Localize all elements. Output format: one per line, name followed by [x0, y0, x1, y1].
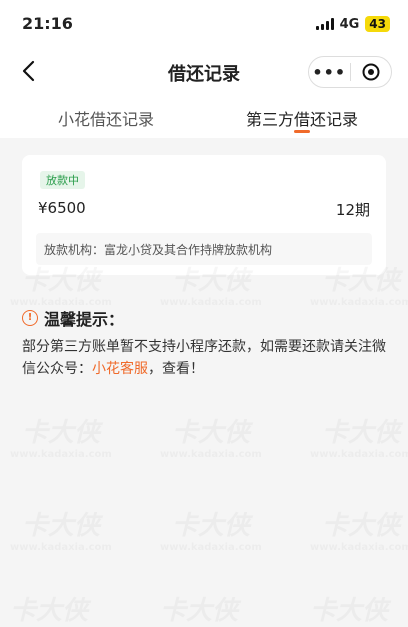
watermark: 卡大侠	[310, 590, 388, 627]
watermark: 卡大侠www.kadaxia.com	[310, 505, 408, 553]
status-time: 21:16	[22, 14, 73, 33]
status-badge: 放款中	[40, 171, 85, 189]
watermark: 卡大侠www.kadaxia.com	[160, 505, 262, 553]
loan-amount: ¥6500	[38, 199, 86, 217]
tab-third-party-records[interactable]: 第三方借还记录	[246, 106, 358, 130]
loan-period: 12期	[335, 201, 370, 219]
more-icon[interactable]: •••	[309, 63, 350, 82]
notice-text-end: ，查看！	[148, 361, 204, 377]
watermark: 卡大侠	[160, 590, 238, 627]
notice-text: 部分第三方账单暂不支持小程序还款，如需要还款请关注微信公众号：	[22, 339, 386, 377]
tab-xiaohua-records[interactable]: 小花借还记录	[58, 106, 154, 130]
watermark: 卡大侠www.kadaxia.com	[160, 412, 262, 460]
mini-program-capsule: •••	[308, 56, 392, 88]
watermark: 卡大侠www.kadaxia.com	[310, 412, 408, 460]
loan-record-card[interactable]: 放款中 ¥6500 12期 放款机构：富龙小贷及其合作持牌放款机构	[22, 155, 386, 275]
customer-service-link[interactable]: 小花客服	[92, 361, 148, 377]
lender-text: 放款机构：富龙小贷及其合作持牌放款机构	[44, 243, 273, 257]
nav-bar: 借还记录 •••	[0, 44, 408, 98]
close-target-icon[interactable]	[351, 63, 392, 81]
status-bar: 21:16 4G 43	[0, 0, 408, 44]
battery-icon: 43	[365, 16, 390, 32]
warning-icon: !	[22, 310, 38, 326]
watermark: 卡大侠www.kadaxia.com	[10, 412, 112, 460]
watermark: 卡大侠www.kadaxia.com	[10, 505, 112, 553]
signal-icon	[315, 18, 334, 30]
notice: ! 温馨提示： 部分第三方账单暂不支持小程序还款，如需要还款请关注微信公众号：小…	[22, 306, 392, 380]
lender-info: 放款机构：富龙小贷及其合作持牌放款机构	[36, 233, 372, 265]
tab-bar: 小花借还记录 第三方借还记录	[0, 98, 408, 138]
network-label: 4G	[339, 16, 360, 32]
notice-title: 温馨提示：	[44, 310, 125, 329]
active-tab-indicator	[294, 130, 310, 133]
notice-body: 部分第三方账单暂不支持小程序还款，如需要还款请关注微信公众号：小花客服，查看！	[22, 336, 392, 380]
watermark: 卡大侠	[10, 590, 88, 627]
